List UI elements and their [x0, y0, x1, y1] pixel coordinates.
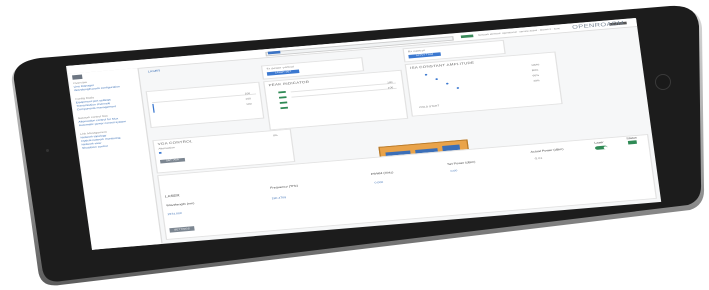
status-indicator — [460, 34, 474, 39]
apply-trim-button[interactable]: APPLY TRIM — [408, 52, 441, 59]
amplitude-marker — [424, 73, 428, 76]
isa-amplitude-panel: ISA CONSTANT AMPLITUDE 100% 80% 60% 40% … — [404, 51, 563, 117]
peak-led — [280, 106, 289, 110]
laser-header: Laser — [594, 140, 604, 145]
set-power-value[interactable]: 0.00 — [450, 169, 457, 173]
wavelength-value[interactable]: 1574.000 — [167, 211, 182, 216]
laser-toggle[interactable] — [594, 145, 608, 150]
amplitude-marker — [435, 78, 439, 81]
set-power-header: Set Power (dBm) — [446, 160, 476, 166]
laser-status-badge — [627, 140, 637, 145]
level-bar — [152, 103, 155, 113]
frequency-header: Frequency (THz) — [269, 183, 299, 190]
peak-led — [278, 90, 286, 94]
peak-led — [278, 96, 287, 99]
left-values-panel: 100 100 100 — [145, 81, 265, 129]
status-text: Network element: operational · service a… — [477, 26, 561, 37]
actual-power-header: Actual Power (dBm) — [530, 147, 564, 154]
laser-set-button[interactable]: LASER SET — [266, 69, 300, 76]
set-vga-button[interactable]: SET VGA — [159, 157, 186, 164]
amplitude-marker — [445, 82, 449, 85]
peak-indicator-panel: PEAK INDICATOR 100 100 — [263, 69, 409, 131]
breadcrumb[interactable]: LASER — [148, 69, 161, 74]
settings-button[interactable]: SETTINGS — [169, 226, 195, 233]
attenuation-slider[interactable] — [158, 151, 162, 154]
fwhm-header: FWHM (GHz) — [370, 170, 394, 176]
amplitude-marker — [456, 87, 460, 89]
app-window: Network element: operational · service a… — [67, 18, 662, 250]
screen: Network element: operational · service a… — [0, 0, 709, 290]
actual-power-value: -5.01 — [533, 156, 543, 161]
frequency-value[interactable]: 190.4709 — [271, 195, 286, 200]
menu-icon[interactable] — [72, 74, 83, 80]
laser-title: LASER — [164, 193, 180, 199]
brand-logo: OPENROADM — [571, 20, 625, 31]
fwhm-value[interactable]: 0.000 — [374, 180, 383, 184]
peak-led — [279, 101, 288, 105]
wavelength-header: Wavelength (nm) — [165, 201, 195, 208]
